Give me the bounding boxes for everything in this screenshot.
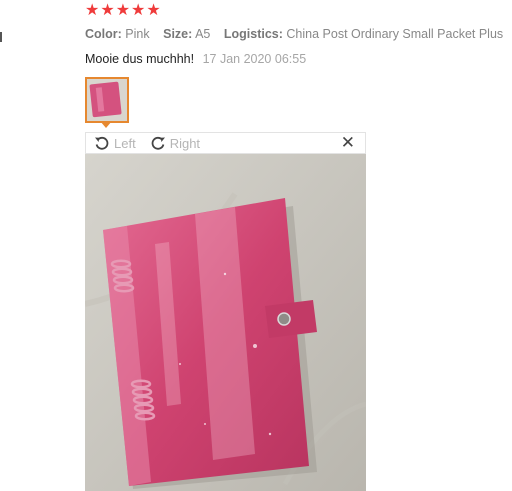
rotate-right-button[interactable]: Right xyxy=(150,135,206,151)
star-icon: ★ xyxy=(115,2,131,19)
color-value: Pink xyxy=(125,27,150,41)
logistics-label: Logistics: xyxy=(223,27,283,41)
star-icon: ★ xyxy=(85,2,100,19)
comment-text: Mooie dus muchhh! xyxy=(85,52,195,66)
size-label: Size: xyxy=(163,27,193,41)
order-attributes: Color: Pink Size: A5 Logistics: China Po… xyxy=(85,27,512,41)
star-icon: ★ xyxy=(131,2,146,19)
review-photo-image xyxy=(85,154,366,491)
image-viewer-toolbar: Left Right ✕ xyxy=(85,132,366,154)
review-photo-thumbnail[interactable] xyxy=(85,77,129,123)
rotate-left-label: Left xyxy=(114,135,136,151)
logistics-value: China Post Ordinary Small Packet Plus xyxy=(286,27,504,41)
thumbnail-image xyxy=(87,79,127,121)
rotate-right-icon xyxy=(151,136,165,150)
rotate-left-icon xyxy=(95,136,109,150)
review-comment: Mooie dus muchhh! 17 Jan 2020 06:55 xyxy=(85,52,306,66)
star-rating: ★ ★ ★ ★ ★ xyxy=(85,3,161,19)
rotate-left-button[interactable]: Left xyxy=(94,135,142,151)
review-date: 17 Jan 2020 06:55 xyxy=(202,52,307,66)
review-photo-large xyxy=(85,154,366,491)
star-icon: ★ xyxy=(146,2,161,19)
rotate-right-label: Right xyxy=(169,135,201,151)
size-value: A5 xyxy=(195,27,211,41)
close-icon: ✕ xyxy=(340,133,355,152)
close-button[interactable]: ✕ xyxy=(341,134,355,152)
page-edge-marker xyxy=(0,32,2,42)
thumbnail-pointer xyxy=(100,121,112,128)
color-label: Color: xyxy=(85,27,122,41)
star-icon: ★ xyxy=(100,2,115,19)
